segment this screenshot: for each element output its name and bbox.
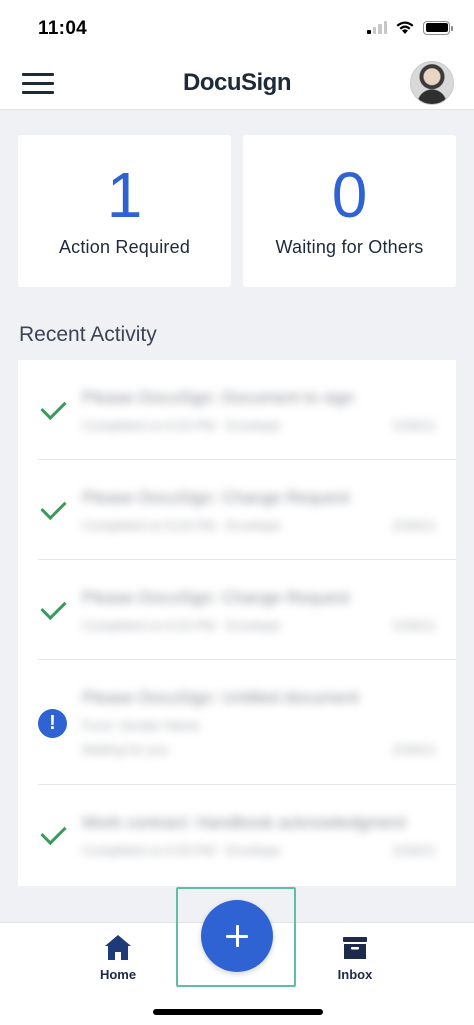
activity-date: 2/26/21 xyxy=(392,618,436,633)
status-icons xyxy=(367,20,453,35)
home-indicator xyxy=(153,1009,323,1015)
action-required-count: 1 xyxy=(106,159,143,231)
activity-date: 2/26/21 xyxy=(392,518,436,533)
waiting-for-others-label: Waiting for Others xyxy=(275,237,424,257)
recent-activity-title: Recent Activity xyxy=(19,323,157,346)
activity-date: 2/26/21 xyxy=(392,418,436,433)
activity-subtitle: From: Sender Name xyxy=(82,718,200,733)
wifi-icon xyxy=(396,21,414,34)
activity-date: 2/26/21 xyxy=(392,742,436,757)
activity-status: Waiting for you xyxy=(82,742,169,757)
activity-item[interactable]: Please DocuSign: Change Request Complete… xyxy=(18,460,456,560)
waiting-for-others-count: 0 xyxy=(331,159,368,231)
activity-subtitle: Completed on 6:03 PM · Envelope xyxy=(82,518,281,533)
activity-subtitle: Completed on 6:03 PM · Envelope xyxy=(82,843,281,858)
app-header: DocuSign xyxy=(0,58,474,110)
activity-title: Please DocuSign: Change Request xyxy=(82,588,350,607)
activity-date: 2/26/21 xyxy=(392,843,436,858)
activity-item[interactable]: Work contract: Handbook acknowledgment C… xyxy=(18,785,456,886)
activity-item[interactable]: ! Please DocuSign: Untitled document Fro… xyxy=(18,660,456,785)
action-required-label: Action Required xyxy=(58,237,191,257)
cellular-signal-icon xyxy=(367,21,387,34)
exclamation-icon: ! xyxy=(38,709,67,738)
action-required-card[interactable]: 1 Action Required xyxy=(18,135,231,287)
plus-icon xyxy=(226,925,248,947)
activity-subtitle: Completed on 6:03 PM · Envelope xyxy=(82,418,281,433)
tab-home-label: Home xyxy=(99,967,137,982)
activity-item[interactable]: Please DocuSign: Change Request Complete… xyxy=(18,560,456,660)
status-time: 11:04 xyxy=(38,18,88,39)
recent-activity-list: Please DocuSign: Document to sign Comple… xyxy=(18,360,456,886)
check-icon xyxy=(38,821,68,851)
activity-item[interactable]: Please DocuSign: Document to sign Comple… xyxy=(18,360,456,460)
tab-inbox[interactable]: Inbox xyxy=(315,933,395,982)
battery-icon xyxy=(423,20,453,35)
home-icon xyxy=(105,935,131,960)
check-icon xyxy=(38,396,68,426)
inbox-icon xyxy=(343,937,367,959)
activity-title: Work contract: Handbook acknowledgment xyxy=(82,813,406,832)
status-bar: 11:04 xyxy=(0,0,474,58)
waiting-for-others-card[interactable]: 0 Waiting for Others xyxy=(243,135,456,287)
new-envelope-button[interactable] xyxy=(201,900,273,972)
activity-title: Please DocuSign: Untitled document xyxy=(82,688,359,707)
tab-home[interactable]: Home xyxy=(78,933,158,982)
docusign-logo: DocuSign xyxy=(183,69,292,96)
activity-title: Please DocuSign: Change Request xyxy=(82,488,350,507)
activity-title: Please DocuSign: Document to sign xyxy=(82,388,355,407)
tab-inbox-label: Inbox xyxy=(337,967,373,982)
check-icon xyxy=(38,496,68,526)
check-icon xyxy=(38,596,68,626)
user-avatar[interactable] xyxy=(410,61,454,105)
activity-subtitle: Completed on 6:03 PM · Envelope xyxy=(82,618,281,633)
